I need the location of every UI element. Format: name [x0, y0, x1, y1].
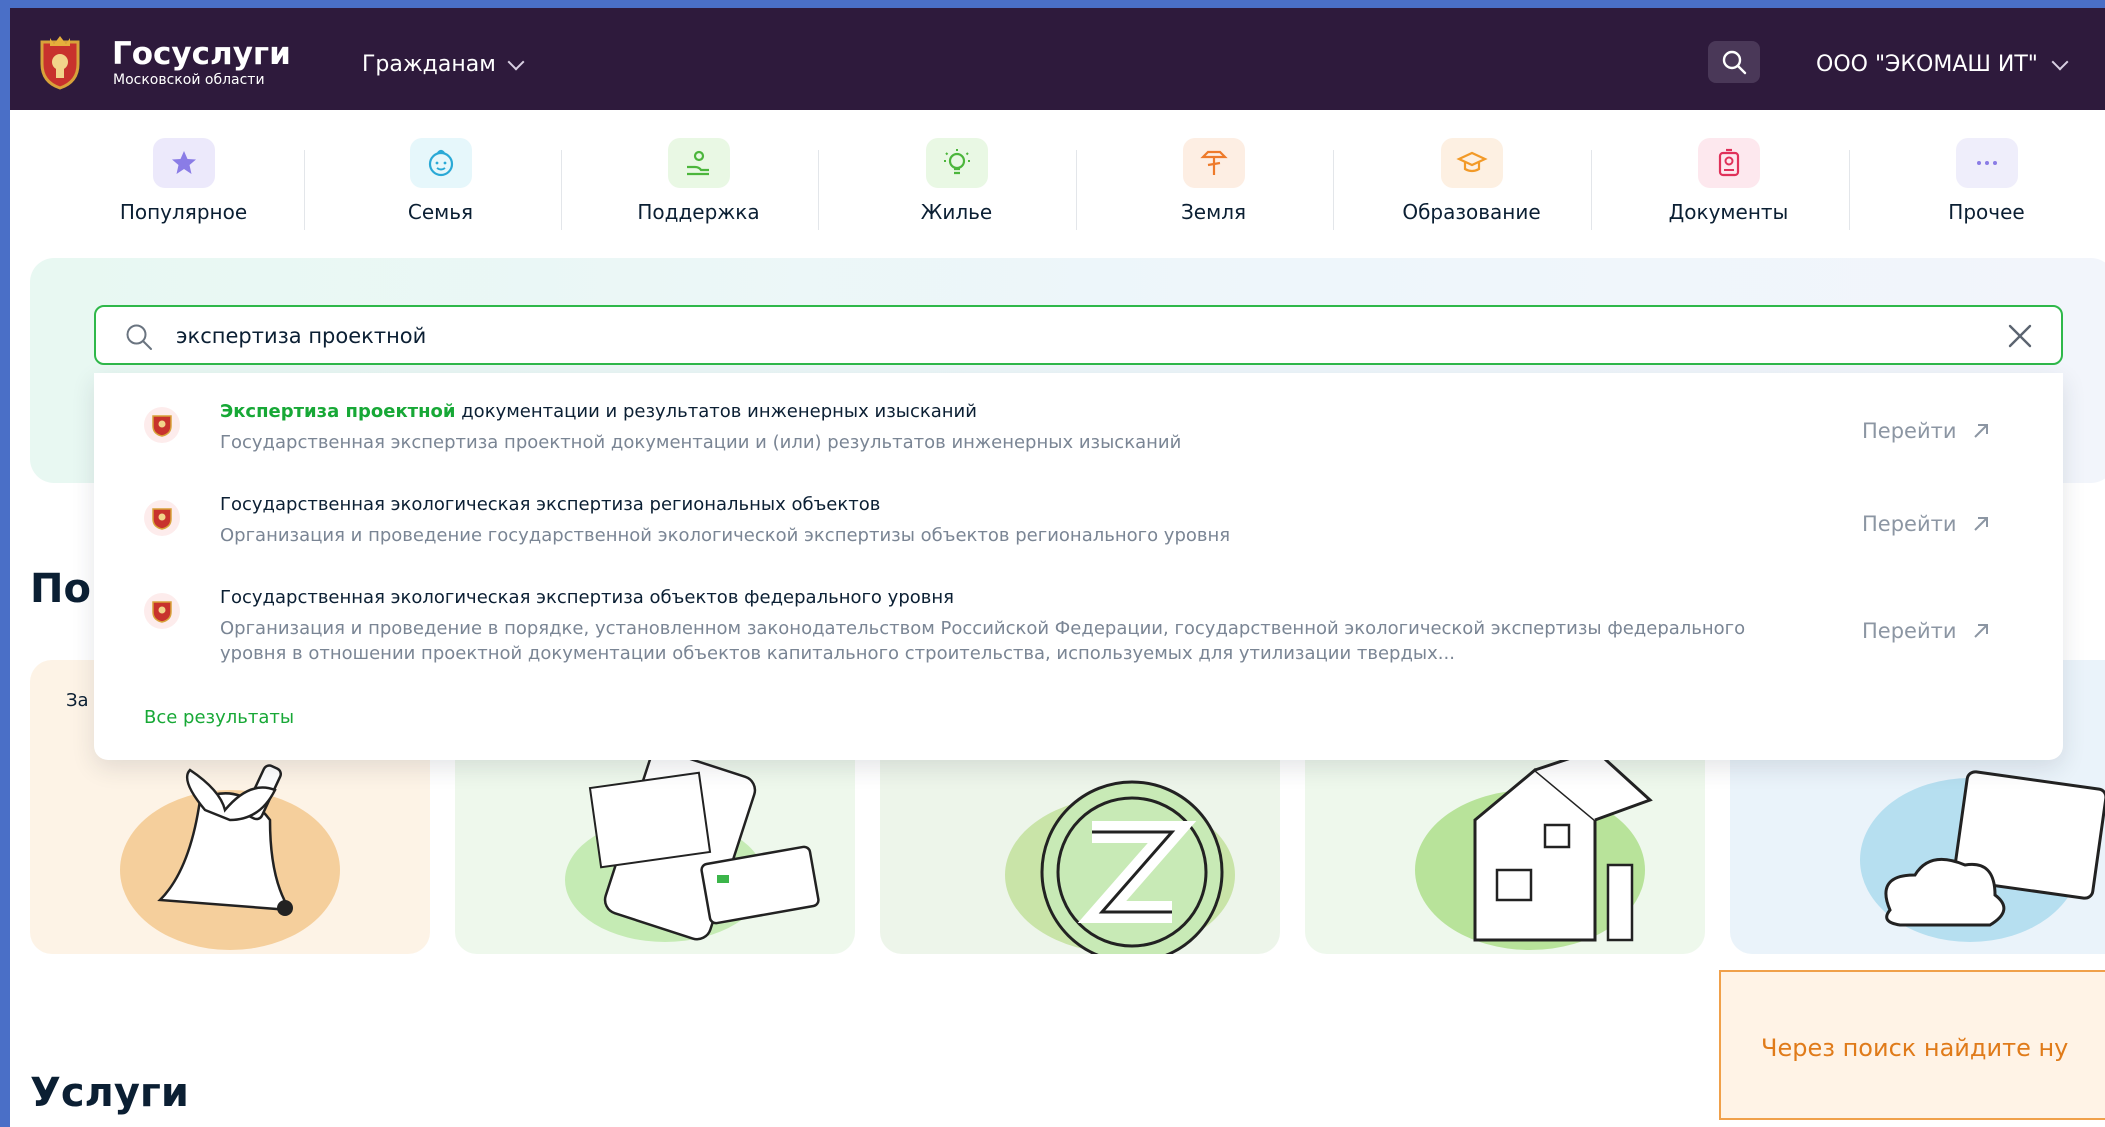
- category-documents[interactable]: Документы: [1600, 138, 1857, 238]
- hint-box: Через поиск найдите ну: [1719, 970, 2105, 1120]
- hand-icon: [667, 138, 730, 188]
- search-result-item[interactable]: Государственная экологическая экспертиза…: [94, 486, 2063, 556]
- go-link-label: Перейти: [1862, 619, 1957, 643]
- arrow-up-right-icon: [1973, 517, 1988, 531]
- graduation-cap-icon: [1440, 138, 1503, 188]
- search-box: [94, 305, 2063, 365]
- go-link-label: Перейти: [1862, 512, 1957, 536]
- search-input[interactable]: [176, 319, 1996, 353]
- citizens-menu-label: Гражданам: [362, 52, 496, 77]
- category-divider: [818, 150, 819, 230]
- category-family[interactable]: Семья: [312, 138, 569, 238]
- chevron-down-icon: [2051, 53, 2069, 70]
- category-label: Земля: [1180, 200, 1247, 224]
- services-title: Услуги: [30, 1070, 189, 1116]
- category-land[interactable]: Земля: [1085, 138, 1342, 238]
- go-link[interactable]: Перейти: [1862, 419, 1991, 443]
- result-title-rest: Государственная экологическая экспертиза…: [220, 494, 881, 515]
- result-title: Государственная экологическая экспертиза…: [220, 494, 880, 515]
- section-title: По: [30, 566, 91, 612]
- star-icon: [152, 138, 215, 188]
- result-title-rest: Государственная экологическая экспертиза…: [220, 587, 954, 608]
- more-icon: [1955, 138, 2018, 188]
- hint-text: Через поиск найдите ну: [1761, 1034, 2069, 1062]
- category-other[interactable]: Прочее: [1858, 138, 2105, 238]
- shovel-icon: [1182, 138, 1245, 188]
- category-divider: [561, 150, 562, 230]
- coat-of-arms-icon: [144, 500, 180, 536]
- arrow-up-right-icon: [1973, 424, 1988, 438]
- coat-of-arms-icon: [144, 407, 180, 443]
- category-label: Образование: [1402, 200, 1541, 224]
- go-link-label: Перейти: [1862, 419, 1957, 443]
- category-label: Семья: [407, 200, 474, 224]
- category-support[interactable]: Поддержка: [570, 138, 827, 238]
- result-title-rest: документации и результатов инженерных из…: [455, 401, 977, 422]
- arrow-up-right-icon: [1973, 624, 1988, 638]
- baby-icon: [409, 138, 472, 188]
- result-description: Организация и проведение государственной…: [220, 525, 1231, 546]
- category-divider: [1591, 150, 1592, 230]
- top-header: Госуслуги Московской области Гражданам О…: [10, 8, 2105, 110]
- category-bar: Популярное Семья Поддержка Жилье Земля О…: [10, 138, 2105, 238]
- citizens-menu[interactable]: Гражданам: [362, 52, 525, 77]
- close-icon[interactable]: [2007, 323, 2033, 349]
- category-label: Документы: [1668, 200, 1789, 224]
- category-label: Поддержка: [637, 200, 760, 224]
- category-divider: [1849, 150, 1850, 230]
- category-education[interactable]: Образование: [1343, 138, 1600, 238]
- category-divider: [304, 150, 305, 230]
- result-title-highlight: Экспертиза проектной: [220, 401, 456, 422]
- coat-of-arms-icon[interactable]: [36, 34, 84, 90]
- id-badge-icon: [1697, 138, 1760, 188]
- result-description: Государственная экспертиза проектной док…: [220, 432, 1182, 453]
- category-popular[interactable]: Популярное: [55, 138, 312, 238]
- search-results-dropdown: Экспертиза проектной документации и резу…: [94, 373, 2063, 760]
- brand-title[interactable]: Госуслуги: [112, 36, 291, 72]
- go-link[interactable]: Перейти: [1862, 512, 1991, 536]
- org-name-label: ООО "ЭКОМАШ ИТ": [1816, 52, 2038, 77]
- search-result-item[interactable]: Экспертиза проектной документации и резу…: [94, 393, 2063, 463]
- chevron-down-icon: [507, 53, 525, 70]
- browser-frame: Госуслуги Московской области Гражданам О…: [0, 0, 2105, 1127]
- lightbulb-icon: [925, 138, 988, 188]
- search-icon: [1722, 50, 1747, 75]
- brand-subtitle: Московской области: [113, 72, 265, 88]
- all-results-link[interactable]: Все результаты: [144, 707, 294, 728]
- search-result-item[interactable]: Государственная экологическая экспертиза…: [94, 579, 2063, 679]
- category-label: Популярное: [119, 200, 248, 224]
- category-housing[interactable]: Жилье: [828, 138, 1085, 238]
- category-divider: [1076, 150, 1077, 230]
- result-description: Организация и проведение в порядке, уста…: [220, 618, 1746, 664]
- category-label: Жилье: [920, 200, 993, 224]
- org-account-menu[interactable]: ООО "ЭКОМАШ ИТ": [1816, 52, 2069, 77]
- result-title: Государственная экологическая экспертиза…: [220, 587, 954, 608]
- coat-of-arms-icon: [144, 593, 180, 629]
- go-link[interactable]: Перейти: [1862, 619, 1991, 643]
- category-label: Прочее: [1948, 200, 2025, 224]
- category-divider: [1333, 150, 1334, 230]
- header-search-button[interactable]: [1708, 41, 1760, 83]
- search-icon: [126, 324, 152, 350]
- result-title: Экспертиза проектной документации и резу…: [220, 401, 977, 422]
